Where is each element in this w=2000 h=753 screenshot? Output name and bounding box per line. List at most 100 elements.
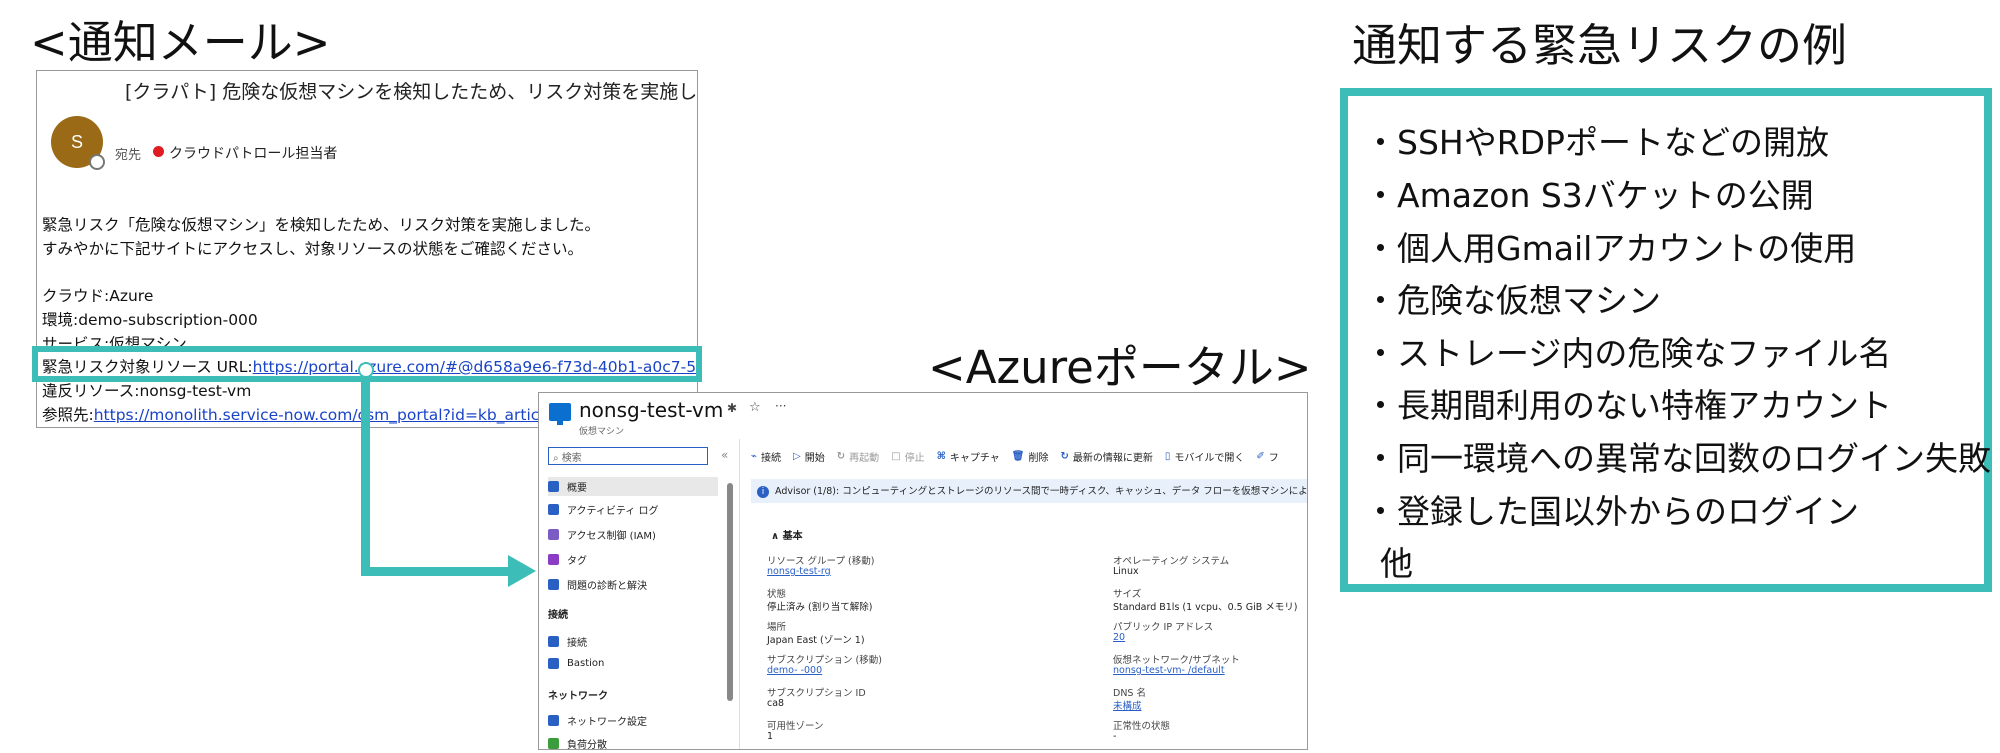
avatar-initial: S [70, 131, 83, 152]
delete-button[interactable]: 🗑︎ 削除 [1012, 449, 1049, 464]
play-icon: ▷ [793, 451, 801, 462]
prop-value: 1 [767, 731, 774, 742]
refresh-icon: ↻ [1060, 451, 1069, 462]
open-mobile-button[interactable]: ▯ モバイルで開く [1165, 449, 1245, 464]
toolbar-label: 停止 [904, 453, 925, 464]
cursor-icon [358, 362, 374, 378]
prop-key: 場所 [767, 622, 787, 633]
sidebar-item-tags[interactable]: タグ [548, 552, 587, 567]
risk-item: ・登録した国以外からのログイン [1364, 492, 1859, 531]
sidebar-item-network-settings[interactable]: ネットワーク設定 [548, 713, 647, 728]
vm-name: nonsg-test-vm [579, 398, 724, 422]
risk-item: ・長期間利用のない特権アカウント [1364, 386, 1892, 425]
start-button[interactable]: ▷ 開始 [793, 449, 825, 464]
mail-subject: [クラパト] 危険な仮想マシンを検知したため、リスク対策を実施しました [125, 81, 698, 103]
sidebar-label: 接続 [567, 638, 587, 649]
risk-item: ・個人用Gmailアカウントの使用 [1364, 229, 1857, 268]
prop-value: 停止済み (割り当て解除) [767, 602, 873, 613]
toolbar-label: 接続 [761, 453, 782, 464]
advisor-banner[interactable]: i Advisor (1/8): コンピューティングとストレージのリソース間で一時… [751, 479, 1308, 503]
risk-item: ・ストレージ内の危険なファイル名 [1364, 334, 1892, 373]
prop-link[interactable]: nonsg-test-vm- /default [1113, 665, 1225, 676]
search-placeholder: 検索 [561, 453, 582, 464]
tag-icon [548, 554, 559, 565]
prop-link[interactable]: nonsg-test-rg [767, 566, 831, 577]
sidebar-item-bastion[interactable]: Bastion [548, 658, 604, 669]
refresh-button[interactable]: ↻ 最新の情報に更新 [1060, 449, 1152, 464]
mail-env: 環境:demo-subscription-000 [42, 311, 258, 329]
risk-examples-box: ・SSHやRDPポートなどの開放 ・Amazon S3バケットの公開 ・個人用G… [1340, 88, 1992, 592]
restart-icon: ↻ [836, 451, 846, 462]
more-toolbar-button[interactable]: ✐ フ [1256, 449, 1278, 464]
risk-item: ・SSHやRDPポートなどの開放 [1364, 123, 1829, 162]
sidebar-item-overview[interactable]: 概要 [548, 477, 718, 496]
monitor-icon [548, 481, 559, 492]
toolbar-label: 開始 [804, 453, 825, 464]
risk-item: ・危険な仮想マシン [1364, 281, 1661, 320]
recipient-name[interactable]: クラウドパトロール担当者 [169, 143, 337, 163]
essentials-toggle[interactable]: ∧ 基本 [771, 527, 803, 542]
azure-portal: nonsg-test-vm 仮想マシン ✱ ☆ ··· ⌕ 検索 « 概要 アク… [538, 392, 1308, 750]
mail-reference-line: 参照先:https://monolith.service-now.com/csm… [42, 403, 597, 425]
collapse-icon[interactable]: « [721, 448, 728, 462]
prop-key: 仮想ネットワーク/サブネット [1113, 655, 1240, 666]
toolbar-label: 再起動 [849, 453, 880, 464]
sidebar-item-iam[interactable]: アクセス制御 (IAM) [548, 527, 656, 542]
presence-icon [89, 154, 105, 170]
sidebar-item-diagnose[interactable]: 問題の診断と解決 [548, 577, 647, 592]
toolbar-label: 最新の情報に更新 [1072, 453, 1153, 464]
section-network: ネットワーク [548, 691, 608, 702]
reference-link[interactable]: https://monolith.service-now.com/csm_por… [94, 406, 597, 424]
risk-item: ・同一環境への異常な回数のログイン失敗 [1364, 439, 1991, 478]
vm-type: 仮想マシン [579, 427, 625, 437]
prop-key: サイズ [1113, 589, 1142, 600]
prop-key: 状態 [767, 589, 787, 600]
toolbar: ⌁ 接続 ▷ 開始 ↻ 再起動 □ 停止 ⌘ キャプチャ 🗑︎ 削除 ↻ 最新の情報に更新 ▯… [751, 449, 1279, 464]
advisor-text: Advisor (1/8): コンピューティングとストレージのリソース間で一時デ… [775, 486, 1308, 497]
connect-button[interactable]: ⌁ 接続 [751, 449, 781, 464]
prop-key: サブスクリプション ID [767, 688, 866, 699]
prop-key: DNS 名 [1113, 688, 1146, 699]
bastion-icon [548, 658, 559, 669]
mail-body-line: 緊急リスク「危険な仮想マシン」を検知したため、リスク対策を実施しました。 [42, 216, 601, 234]
sidebar-label: 負荷分散 [567, 740, 607, 750]
reference-label: 参照先: [42, 406, 94, 424]
toolbar-label: モバイルで開く [1174, 453, 1245, 464]
sidebar-label: 概要 [567, 483, 587, 494]
star-icon[interactable]: ☆ [749, 400, 761, 415]
sidebar-label: Bastion [567, 658, 605, 669]
prop-value: Japan East (ゾーン 1) [767, 635, 865, 646]
prop-link[interactable]: 20 [1113, 632, 1125, 643]
prop-link[interactable]: demo- -000 [767, 665, 822, 676]
recipient-status-icon [153, 146, 164, 157]
sidebar-scrollbar[interactable] [727, 483, 733, 701]
pin-icon[interactable]: ✱ [727, 401, 737, 415]
trash-icon: 🗑︎ [1011, 451, 1025, 462]
capture-button[interactable]: ⌘ キャプチャ [937, 449, 1000, 464]
toolbar-label: キャプチャ [949, 453, 1000, 464]
risk-heading: 通知する緊急リスクの例 [1352, 19, 1848, 72]
log-icon [548, 504, 559, 515]
mail-body-line: すみやかに下記サイトにアクセスし、対象リソースの状態をご確認ください。 [42, 240, 583, 258]
prop-key: サブスクリプション (移動) [767, 655, 882, 666]
toolbar-label: 削除 [1028, 453, 1049, 464]
capture-icon: ⌘ [936, 451, 946, 462]
mail-violation: 違反リソース:nonsg-test-vm [42, 382, 252, 400]
prop-value: Standard B1ls (1 vcpu、0.5 GiB メモリ) [1113, 602, 1298, 613]
mail-heading: <通知メール> [30, 16, 331, 69]
essentials-label: 基本 [782, 531, 803, 542]
sidebar-item-load-balancing[interactable]: 負荷分散 [548, 736, 607, 750]
sidebar-item-activity-log[interactable]: アクティビティ ログ [548, 502, 658, 517]
stop-button[interactable]: □ 停止 [891, 449, 924, 464]
prop-link[interactable]: 未構成 [1113, 698, 1142, 712]
sidebar-label: ネットワーク設定 [567, 717, 647, 728]
sidebar-item-connect[interactable]: 接続 [548, 634, 587, 649]
mail-cloud: クラウド:Azure [42, 287, 154, 305]
prop-key: 正常性の状態 [1113, 721, 1171, 732]
portal-heading: <Azureポータル> [928, 341, 1312, 394]
prop-key: オペレーティング システム [1113, 556, 1230, 567]
arrow-right-icon [508, 555, 536, 587]
search-input[interactable]: ⌕ 検索 [548, 447, 708, 465]
restart-button[interactable]: ↻ 再起動 [837, 449, 879, 464]
more-icon[interactable]: ··· [775, 399, 786, 413]
